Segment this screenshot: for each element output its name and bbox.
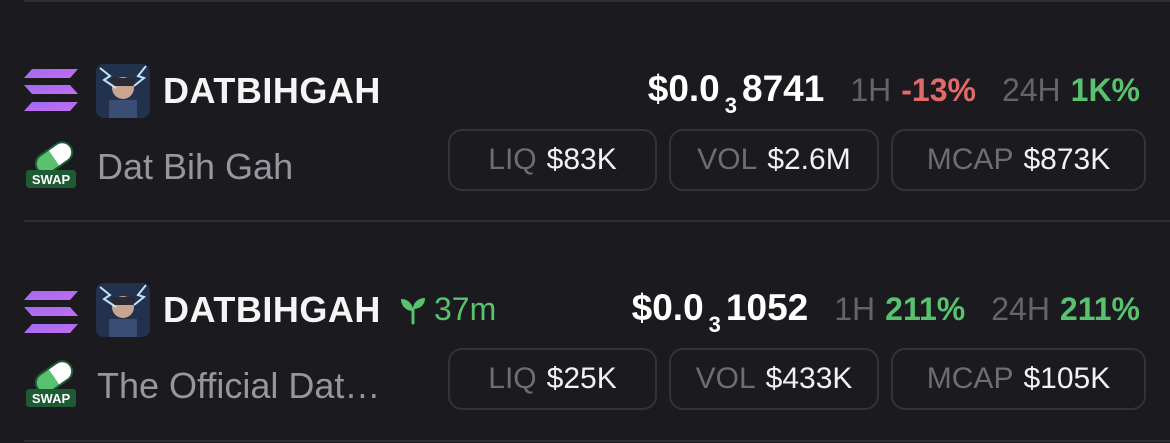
liquidity-label: LIQ (488, 143, 537, 176)
bottom-divider (24, 440, 1170, 442)
liquidity-value: $83K (546, 143, 617, 176)
change-24h-label: 24H (991, 291, 1050, 327)
volume-label: VOL (697, 143, 758, 176)
market-cap-pill: MCAP $873K (891, 129, 1146, 191)
token-symbol: DATBIHGAH (163, 289, 381, 330)
market-cap-pill: MCAP $105K (891, 348, 1146, 410)
avatar (96, 283, 150, 337)
solana-icon (24, 69, 78, 111)
volume-value: $2.6M (767, 143, 851, 176)
pump-swap-icon: SWAP (26, 141, 76, 188)
change-1h-value: -13% (901, 72, 976, 108)
token-age-value: 37m (434, 291, 497, 327)
svg-text:SWAP: SWAP (32, 391, 71, 406)
liquidity-pill: LIQ $83K (448, 129, 657, 191)
volume-value: $433K (765, 362, 853, 395)
token-row[interactable]: DATBIHGAH $0.0 3 8741 1H -13% 24H 1K% SWAP… (0, 40, 1170, 200)
pump-swap-icon: SWAP (26, 360, 76, 407)
change-1h-label: 1H (850, 72, 892, 108)
svg-text:SWAP: SWAP (32, 172, 71, 187)
change-24h-value: 1K% (1070, 72, 1140, 108)
market-cap-label: MCAP (926, 362, 1014, 395)
token-symbol: DATBIHGAH (163, 70, 381, 111)
liquidity-pill: LIQ $25K (448, 348, 657, 410)
token-row[interactable]: DATBIHGAH 37m $0.0 3 1052 1H 211% 24H 211%… (0, 259, 1170, 419)
token-name: Dat Bih Gah (97, 146, 294, 187)
token-age: 37m (398, 291, 496, 328)
avatar (96, 64, 150, 118)
price-line: $0.0 3 1052 1H 211% 24H 211% (631, 287, 1140, 337)
solana-icon (24, 291, 78, 333)
row-divider (24, 220, 1170, 222)
market-cap-label: MCAP (926, 143, 1014, 176)
market-cap-value: $105K (1023, 362, 1111, 395)
volume-label: VOL (695, 362, 756, 395)
token-price: $0.0 3 1052 (631, 287, 809, 337)
top-divider (24, 0, 1170, 2)
token-name: The Official Dat… (97, 365, 381, 406)
change-24h-label: 24H (1001, 72, 1061, 108)
sprout-icon (401, 297, 425, 324)
volume-pill: VOL $433K (669, 348, 879, 410)
volume-pill: VOL $2.6M (669, 129, 879, 191)
liquidity-label: LIQ (488, 362, 537, 395)
price-line: $0.0 3 8741 1H -13% 24H 1K% (647, 68, 1140, 118)
change-1h-value: 211% (885, 291, 966, 327)
change-1h-label: 1H (834, 291, 876, 327)
liquidity-value: $25K (546, 362, 617, 395)
change-24h-value: 211% (1059, 291, 1140, 327)
token-price: $0.0 3 8741 (647, 68, 825, 118)
market-cap-value: $873K (1023, 143, 1111, 176)
